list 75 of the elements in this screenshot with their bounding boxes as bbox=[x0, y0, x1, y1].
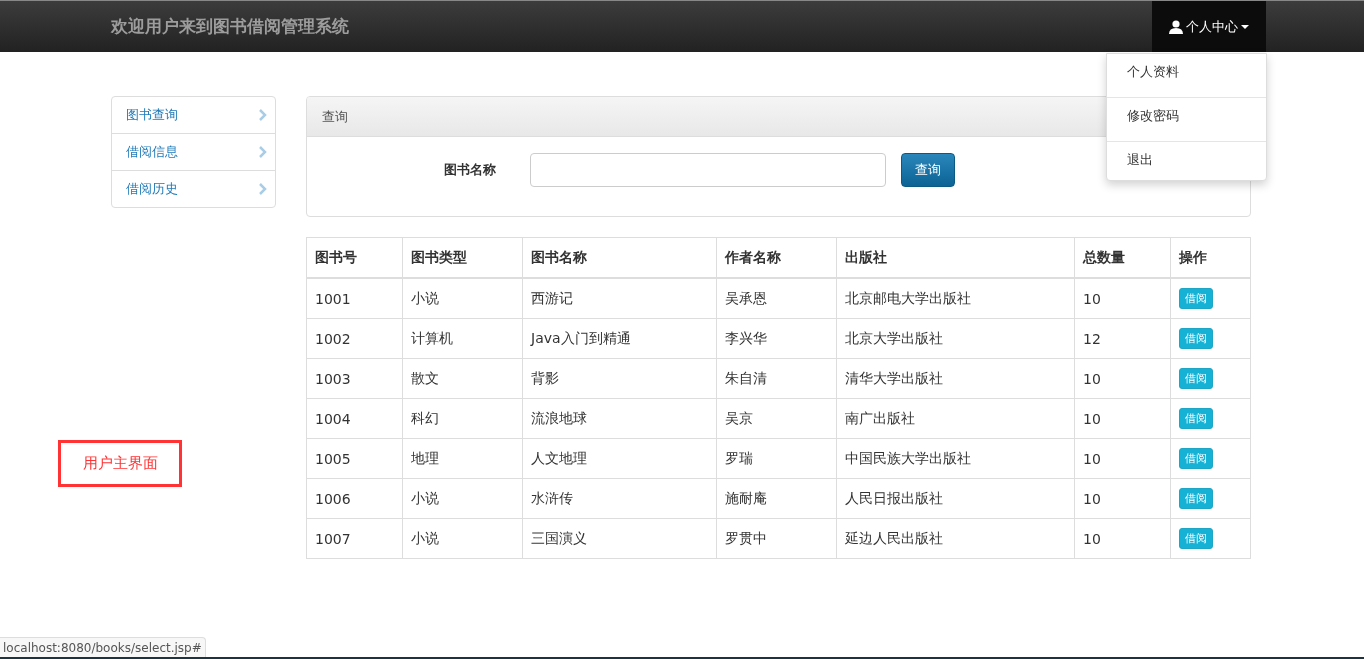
table-cell: 10 bbox=[1074, 438, 1171, 479]
book-name-input[interactable] bbox=[530, 153, 886, 187]
table-cell: 地理 bbox=[402, 438, 523, 479]
column-header: 图书名称 bbox=[522, 237, 717, 278]
table-cell: 吴京 bbox=[716, 398, 837, 439]
table-cell: 朱自清 bbox=[716, 358, 837, 399]
table-cell: 小说 bbox=[402, 518, 523, 559]
table-cell: 10 bbox=[1074, 358, 1171, 399]
table-cell: 南广出版社 bbox=[836, 398, 1075, 439]
table-cell: Java入门到精通 bbox=[522, 318, 717, 359]
table-cell: 北京大学出版社 bbox=[836, 318, 1075, 359]
table-cell: 吴承恩 bbox=[716, 278, 837, 319]
table-cell: 罗瑞 bbox=[716, 438, 837, 479]
chevron-right-icon bbox=[259, 183, 267, 195]
table-cell: 北京邮电大学出版社 bbox=[836, 278, 1075, 319]
caret-icon bbox=[1241, 24, 1249, 29]
table-cell: 1006 bbox=[306, 478, 403, 519]
table-cell: 10 bbox=[1074, 478, 1171, 519]
column-header: 图书号 bbox=[306, 237, 403, 278]
search-button[interactable]: 查询 bbox=[901, 153, 955, 187]
borrow-button[interactable]: 借阅 bbox=[1179, 448, 1213, 469]
borrow-button[interactable]: 借阅 bbox=[1179, 408, 1213, 429]
table-cell: 延边人民出版社 bbox=[836, 518, 1075, 559]
table-cell: 10 bbox=[1074, 398, 1171, 439]
column-header: 作者名称 bbox=[716, 237, 837, 278]
table-cell: 10 bbox=[1074, 518, 1171, 559]
column-header: 操作 bbox=[1170, 237, 1251, 278]
column-header: 出版社 bbox=[836, 237, 1075, 278]
annotation-label: 用户主界面 bbox=[58, 440, 182, 487]
table-cell: 散文 bbox=[402, 358, 523, 399]
site-title: 欢迎用户来到图书借阅管理系统 bbox=[111, 15, 349, 38]
sidebar-item[interactable]: 借阅信息 bbox=[112, 134, 275, 171]
table-cell: 中国民族大学出版社 bbox=[836, 438, 1075, 479]
sidebar-item[interactable]: 图书查询 bbox=[112, 97, 275, 134]
panel-title: 查询 bbox=[322, 107, 348, 126]
menu-item[interactable]: 个人资料 bbox=[1107, 54, 1266, 98]
borrow-button[interactable]: 借阅 bbox=[1179, 528, 1213, 549]
table-cell: 小说 bbox=[402, 478, 523, 519]
table-cell: 小说 bbox=[402, 278, 523, 319]
table-cell: 1007 bbox=[306, 518, 403, 559]
user-icon bbox=[1169, 19, 1183, 34]
table-cell: 施耐庵 bbox=[716, 478, 837, 519]
table-cell: 1003 bbox=[306, 358, 403, 399]
table-cell: 背影 bbox=[522, 358, 717, 399]
table-cell: 科幻 bbox=[402, 398, 523, 439]
table-cell: 人文地理 bbox=[522, 438, 717, 479]
chevron-right-icon bbox=[259, 109, 267, 121]
user-center-dropdown[interactable]: 个人中心 bbox=[1152, 1, 1266, 52]
field-label: 图书名称 bbox=[444, 161, 497, 179]
column-header: 图书类型 bbox=[402, 237, 523, 278]
table-cell: 罗贯中 bbox=[716, 518, 837, 559]
menu-item[interactable]: 修改密码 bbox=[1107, 98, 1266, 142]
chevron-right-icon bbox=[259, 146, 267, 158]
borrow-button[interactable]: 借阅 bbox=[1179, 328, 1213, 349]
sidebar-item[interactable]: 借阅历史 bbox=[112, 171, 275, 207]
borrow-button[interactable]: 借阅 bbox=[1179, 488, 1213, 509]
menu-item[interactable]: 退出 bbox=[1107, 142, 1266, 180]
table-cell: 水浒传 bbox=[522, 478, 717, 519]
table-cell: 人民日报出版社 bbox=[836, 478, 1075, 519]
table-cell: 1005 bbox=[306, 438, 403, 479]
table-cell: 1001 bbox=[306, 278, 403, 319]
borrow-button[interactable]: 借阅 bbox=[1179, 368, 1213, 389]
table-cell: 10 bbox=[1074, 278, 1171, 319]
table-cell: 李兴华 bbox=[716, 318, 837, 359]
table-cell: 西游记 bbox=[522, 278, 717, 319]
table-cell: 三国演义 bbox=[522, 518, 717, 559]
table-cell: 流浪地球 bbox=[522, 398, 717, 439]
status-bar-url: localhost:8080/books/select.jsp# bbox=[0, 637, 206, 657]
table-cell: 计算机 bbox=[402, 318, 523, 359]
table-cell: 12 bbox=[1074, 318, 1171, 359]
column-header: 总数量 bbox=[1074, 237, 1171, 278]
table-cell: 1002 bbox=[306, 318, 403, 359]
table-cell: 1004 bbox=[306, 398, 403, 439]
table-cell: 清华大学出版社 bbox=[836, 358, 1075, 399]
borrow-button[interactable]: 借阅 bbox=[1179, 288, 1213, 309]
